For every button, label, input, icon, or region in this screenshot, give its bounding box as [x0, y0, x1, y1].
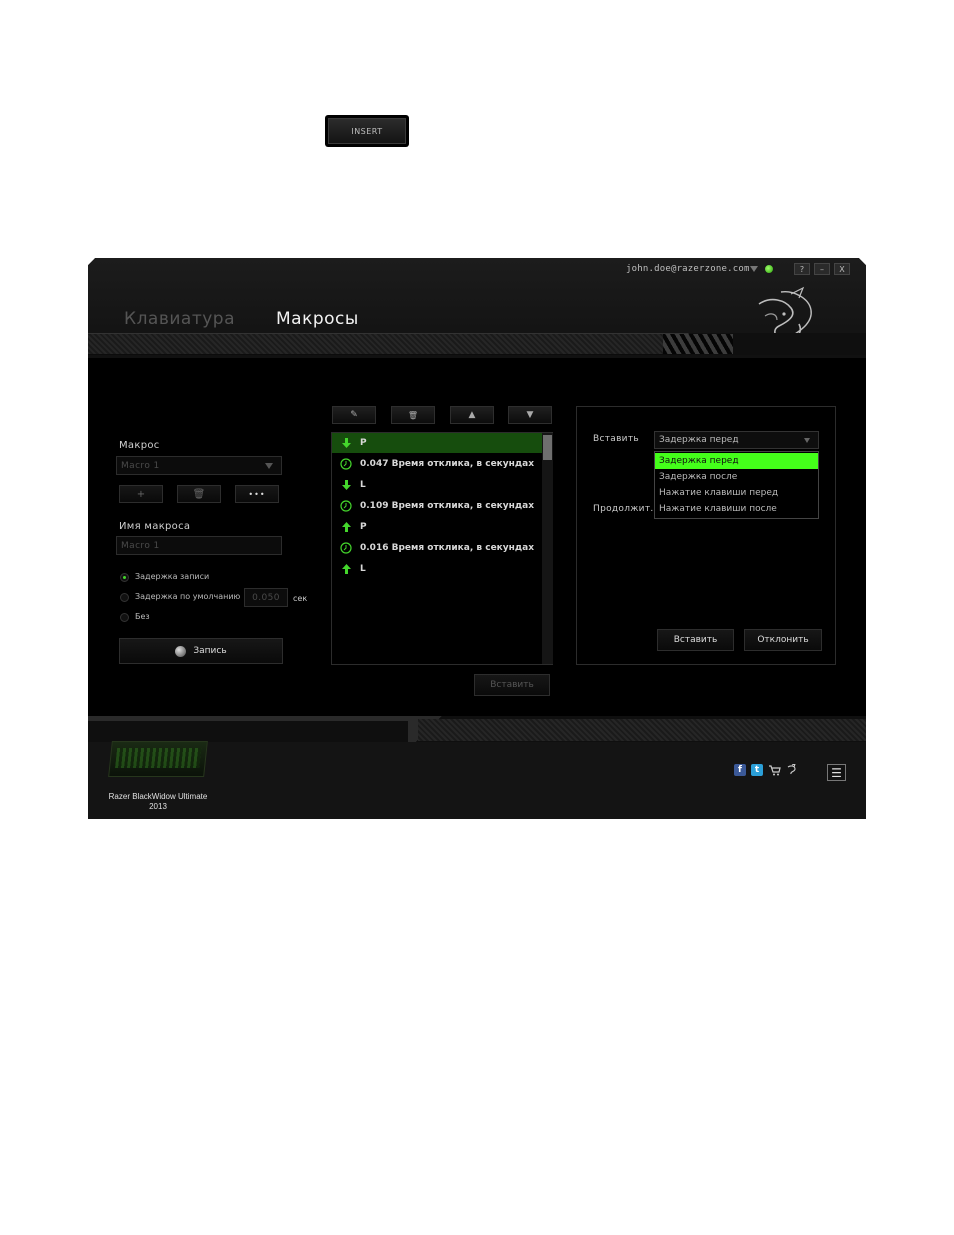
- key-down-icon: [332, 438, 360, 448]
- dropdown-option[interactable]: Нажатие клавиши после: [655, 501, 818, 517]
- chevron-down-icon: [804, 438, 810, 443]
- minimize-button[interactable]: –: [814, 263, 830, 275]
- cancel-button[interactable]: Отклонить: [744, 629, 822, 651]
- default-delay-label: Задержка по умолчанию: [135, 592, 241, 601]
- account-dropdown-icon[interactable]: [750, 266, 758, 272]
- chevron-down-icon: [265, 463, 273, 469]
- record-delay-radio[interactable]: [120, 573, 129, 582]
- list-item-text: P: [360, 438, 367, 448]
- default-delay-radio[interactable]: [120, 593, 129, 602]
- key-up-icon: [332, 522, 360, 532]
- no-delay-label: Без: [135, 612, 150, 621]
- delete-entry-button[interactable]: 🗑: [391, 406, 435, 424]
- list-item-text: L: [360, 480, 366, 490]
- more-options-button[interactable]: •••: [235, 485, 279, 503]
- device-name-line2: 2013: [149, 802, 167, 811]
- clock-icon: [332, 500, 360, 512]
- insert-type-select[interactable]: Задержка перед: [654, 431, 819, 449]
- tab-keyboard[interactable]: Клавиатура: [124, 309, 235, 329]
- footer-strip: [418, 719, 866, 741]
- clock-icon: [332, 542, 360, 554]
- list-scrollbar-thumb[interactable]: [543, 435, 552, 460]
- edit-icon: ✎: [350, 410, 358, 420]
- device-name: Razer BlackWidow Ultimate 2013: [88, 792, 228, 812]
- macro-name-label: Имя макроса: [119, 521, 191, 532]
- twitter-icon[interactable]: t: [751, 764, 763, 776]
- list-item[interactable]: L: [332, 475, 542, 495]
- no-delay-radio[interactable]: [120, 613, 129, 622]
- synapse-window: john.doe@razerzone.com ? – X Клавиатура …: [88, 258, 866, 819]
- list-item-text: 0.047 Время отклика, в секундах: [360, 459, 535, 469]
- list-item[interactable]: P: [332, 433, 542, 453]
- move-down-button[interactable]: ▼: [508, 406, 552, 424]
- macro-label: Макрос: [119, 440, 160, 451]
- menu-button[interactable]: ☰: [827, 764, 846, 781]
- macro-event-list[interactable]: P 0.047 Время отклика, в секундах L 0.10…: [331, 432, 553, 665]
- insert-label: Вставить: [593, 434, 639, 444]
- record-button-label: Запись: [193, 646, 227, 656]
- list-item-text: P: [360, 522, 367, 532]
- insert-key-label: INSERT: [328, 118, 406, 144]
- razer-icon[interactable]: [786, 764, 798, 776]
- record-button[interactable]: Запись: [119, 638, 283, 664]
- dropdown-option[interactable]: Задержка после: [655, 469, 818, 485]
- facebook-icon[interactable]: f: [734, 764, 746, 776]
- cart-icon[interactable]: [769, 764, 781, 776]
- list-item[interactable]: 0.047 Время отклика, в секундах: [332, 454, 542, 474]
- footer-edge: [88, 716, 413, 721]
- default-delay-input[interactable]: 0.050: [244, 588, 288, 607]
- tab-macros[interactable]: Макросы: [276, 309, 359, 329]
- key-up-icon: [332, 564, 360, 574]
- dropdown-option[interactable]: Нажатие клавиши перед: [655, 485, 818, 501]
- dropdown-option[interactable]: Задержка перед: [655, 453, 818, 469]
- insert-type-dropdown[interactable]: Задержка перед Задержка после Нажатие кл…: [654, 451, 819, 519]
- edit-button[interactable]: ✎: [332, 406, 376, 424]
- duration-label: Продолжит...: [593, 504, 660, 514]
- macro-select[interactable]: Macro 1: [116, 456, 282, 475]
- insert-type-value: Задержка перед: [659, 435, 739, 445]
- menu-icon: ☰: [831, 765, 842, 780]
- record-icon: [175, 645, 187, 657]
- arrow-up-icon: ▲: [468, 410, 476, 420]
- help-button[interactable]: ?: [794, 263, 810, 275]
- list-item[interactable]: P: [332, 517, 542, 537]
- device-name-line1: Razer BlackWidow Ultimate: [108, 792, 208, 801]
- online-status-icon: [764, 264, 774, 274]
- arrow-down-icon: ▼: [526, 410, 534, 420]
- close-button[interactable]: X: [834, 263, 850, 275]
- key-down-icon: [332, 480, 360, 490]
- clock-icon: [332, 458, 360, 470]
- delete-macro-button[interactable]: 🗑: [177, 485, 221, 503]
- keyboard-image[interactable]: [108, 741, 208, 777]
- list-item[interactable]: 0.109 Время отклика, в секундах: [332, 496, 542, 516]
- record-delay-label: Задержка записи: [135, 572, 210, 581]
- list-item[interactable]: 0.016 Время отклика, в секундах: [332, 538, 542, 558]
- trash-icon: 🗑: [407, 410, 419, 420]
- list-item-text: 0.016 Время отклика, в секундах: [360, 543, 535, 553]
- macro-select-value: Macro 1: [121, 460, 160, 471]
- list-item-text: L: [360, 564, 366, 574]
- account-email[interactable]: john.doe@razerzone.com: [626, 264, 750, 274]
- delay-unit-label: сек: [293, 594, 308, 603]
- move-up-button[interactable]: ▲: [450, 406, 494, 424]
- insert-key-image: INSERT: [325, 115, 409, 147]
- insert-button-disabled[interactable]: Вставить: [474, 674, 550, 696]
- add-macro-button[interactable]: +: [119, 485, 163, 503]
- list-item[interactable]: L: [332, 559, 542, 579]
- list-item-text: 0.109 Время отклика, в секундах: [360, 501, 535, 511]
- list-scrollbar[interactable]: [542, 433, 553, 664]
- insert-confirm-button[interactable]: Вставить: [657, 629, 734, 651]
- header-strip-stripes: [663, 334, 733, 354]
- macro-name-input[interactable]: Macro 1: [116, 536, 282, 555]
